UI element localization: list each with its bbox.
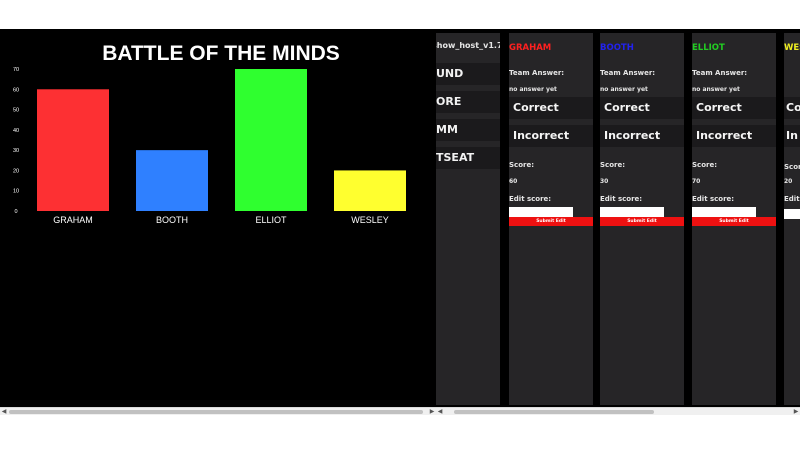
y-tick-label: 0: [14, 209, 17, 215]
edit-score-input[interactable]: [600, 207, 664, 217]
scrollbar-thumb[interactable]: [454, 410, 654, 414]
team-name: BOOTH: [600, 43, 634, 53]
x-tick-label: WESLEY: [351, 215, 389, 225]
host-hotseat-button[interactable]: TSEAT: [436, 147, 500, 169]
submit-edit-button[interactable]: Submit Edit: [600, 217, 684, 226]
score-value: 60: [509, 178, 518, 185]
chart-title: BATTLE OF THE MINDS: [102, 42, 340, 65]
edit-score-input[interactable]: [692, 207, 756, 217]
score-label: Score:: [600, 161, 625, 169]
correct-button[interactable]: Co: [784, 97, 800, 119]
edit-score-label: Edit score:: [600, 195, 643, 203]
team-card-elliot: ELLIOT Team Answer: no answer yet Correct In…: [692, 33, 776, 405]
scoreboard-h-scrollbar[interactable]: ◀ ▶: [0, 407, 436, 415]
edit-score-input[interactable]: [784, 209, 800, 219]
scoreboard-pane: BATTLE OF THE MINDS 0 10 20 30 40 50 60 70 GRAHAM…: [0, 29, 436, 415]
x-tick-label: BOOTH: [156, 215, 188, 225]
y-tick-label: 70: [13, 67, 19, 73]
host-h-scrollbar[interactable]: ◀ ▶: [436, 407, 800, 415]
scroll-left-arrow[interactable]: ◀: [0, 408, 8, 416]
team-answer-label: Team Answer:: [600, 69, 656, 77]
host-app-title: show_host_v1.7: [436, 41, 500, 50]
host-round-button[interactable]: UND: [436, 63, 500, 85]
score-bar-chart: BATTLE OF THE MINDS 0 10 20 30 40 50 60 70 GRAHAM…: [13, 42, 406, 225]
team-answer-value: no answer yet: [692, 86, 740, 93]
scroll-right-arrow[interactable]: ▶: [428, 408, 436, 416]
team-name: GRAHAM: [509, 43, 552, 53]
bar-graham: [37, 89, 109, 211]
score-value: 30: [600, 178, 609, 185]
scroll-left-arrow[interactable]: ◀: [436, 408, 444, 416]
score-label: Score:: [692, 161, 717, 169]
incorrect-button[interactable]: Incorrect: [600, 125, 684, 147]
team-answer-value: no answer yet: [600, 86, 648, 93]
team-card-graham: GRAHAM Team Answer: no answer yet Correct In…: [509, 33, 593, 405]
y-tick-label: 30: [13, 148, 19, 154]
team-name: WES: [784, 43, 800, 53]
incorrect-button[interactable]: In: [784, 125, 800, 147]
score-value: 20: [784, 178, 793, 185]
y-tick-label: 40: [13, 128, 19, 134]
x-tick-label: ELLIOT: [255, 215, 287, 225]
team-card-booth: BOOTH Team Answer: no answer yet Correct Inc…: [600, 33, 684, 405]
host-score-button[interactable]: ORE: [436, 91, 500, 113]
incorrect-button[interactable]: Incorrect: [692, 125, 776, 147]
y-tick-label: 10: [13, 189, 19, 195]
edit-score-label: Edit score:: [692, 195, 735, 203]
host-mm-button[interactable]: MM: [436, 119, 500, 141]
correct-button[interactable]: Correct: [509, 97, 593, 119]
x-tick-label: GRAHAM: [53, 215, 93, 225]
y-tick-label: 50: [13, 108, 19, 114]
score-value: 70: [692, 178, 701, 185]
correct-button[interactable]: Correct: [600, 97, 684, 119]
correct-button[interactable]: Correct: [692, 97, 776, 119]
edit-score-input[interactable]: [509, 207, 573, 217]
team-answer-label: Team Answer:: [692, 69, 748, 77]
scrollbar-thumb[interactable]: [9, 410, 423, 414]
submit-edit-button[interactable]: Submit Edit: [509, 217, 593, 226]
submit-edit-button[interactable]: Submit Edit: [692, 217, 776, 226]
team-answer-value: no answer yet: [509, 86, 557, 93]
scroll-right-arrow[interactable]: ▶: [792, 408, 800, 416]
team-answer-label: Team Answer:: [509, 69, 565, 77]
bar-wesley: [334, 170, 406, 211]
score-label: Score:: [509, 161, 534, 169]
incorrect-button[interactable]: Incorrect: [509, 125, 593, 147]
host-controls-column: show_host_v1.7 UND ORE MM TSEAT: [436, 33, 500, 405]
edit-score-label: Edit: [784, 195, 800, 203]
team-card-partial: Co In Score: Edit: [784, 33, 800, 405]
app-window: BATTLE OF THE MINDS 0 10 20 30 40 50 60 70 GRAHAM…: [0, 0, 800, 450]
bar-booth: [136, 150, 208, 211]
edit-score-label: Edit score:: [509, 195, 552, 203]
team-name: ELLIOT: [692, 43, 725, 53]
score-label: Score:: [784, 163, 800, 171]
bar-elliot: [235, 69, 307, 211]
y-tick-label: 20: [13, 168, 19, 174]
host-pane: show_host_v1.7 UND ORE MM TSEAT GRAHAM Te…: [436, 29, 800, 415]
y-tick-label: 60: [13, 87, 19, 93]
